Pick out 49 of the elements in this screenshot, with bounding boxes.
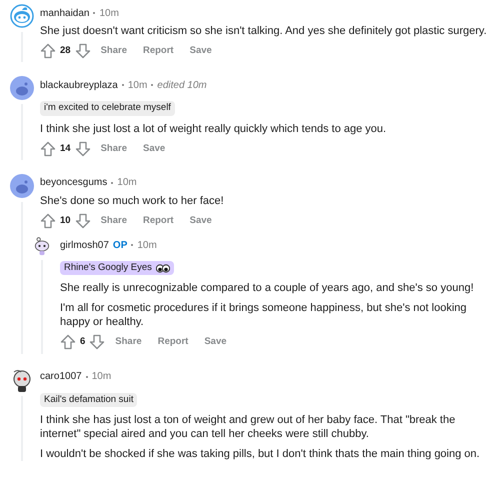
username[interactable]: girlmosh07 [60, 238, 109, 252]
googly-eyes-icon [156, 264, 170, 273]
edited-label: edited 10m [157, 78, 207, 93]
downvote-icon[interactable] [74, 212, 91, 229]
flair-text: Kail's defamation suit [44, 392, 134, 406]
comment-text: I'm all for cosmetic procedures if it brings someone happiness, but she's not looking happy or healthy. [60, 301, 468, 330]
action-button[interactable]: Save [136, 140, 172, 158]
comment-text: I think she just lost a lot of weight really quickly which tends to age you. [40, 122, 388, 136]
op-label: OP [112, 238, 128, 252]
username[interactable]: caro1007 [40, 369, 82, 384]
timestamp: 10m [137, 238, 157, 252]
downvote-icon[interactable] [89, 334, 106, 350]
username[interactable]: beyoncesgums [40, 175, 108, 190]
flair-text: i'm excited to celebrate myself [44, 101, 171, 116]
action-button[interactable]: Report [136, 212, 180, 230]
action-button[interactable]: Report [152, 333, 194, 352]
action-button[interactable]: Report [136, 42, 180, 60]
upvote-icon[interactable] [40, 43, 56, 60]
timestamp: 10m [128, 78, 148, 93]
username[interactable]: blackaubreyplaza [40, 78, 118, 93]
upvote-icon[interactable] [40, 140, 56, 157]
action-button[interactable]: Share [94, 140, 133, 158]
comment-text: She's done so much work to her face! [40, 194, 225, 208]
comment-text: I think she has just lost a ton of weight and grew out of her baby face. That "break the internet" special aired and you can tell her cheeks were still chubby. [40, 412, 456, 441]
timestamp: 10m [99, 6, 119, 20]
timestamp: 10m [92, 370, 112, 384]
user-avatar-icon[interactable] [10, 174, 34, 198]
comment-text: She just doesn't want criticism so she isn't talking. And yes she definitely got plastic surgery. [40, 24, 488, 38]
vote-count: 14 [60, 142, 71, 156]
comment-text: She really is unrecognizable compared to a couple of years ago, and she's so young! [60, 281, 475, 296]
vote-count: 28 [60, 44, 71, 58]
action-button[interactable]: Share [94, 212, 133, 230]
downvote-icon[interactable] [74, 140, 91, 157]
action-button[interactable]: Share [94, 42, 133, 60]
action-button[interactable]: Save [198, 333, 233, 352]
vote-count: 10 [60, 214, 71, 228]
timestamp: 10m [117, 176, 137, 190]
username[interactable]: manhaidan [40, 6, 90, 20]
vote-count: 6 [80, 335, 86, 350]
upvote-icon[interactable] [40, 212, 56, 229]
action-button[interactable]: Save [184, 42, 218, 60]
upvote-icon[interactable] [60, 334, 76, 350]
user-avatar-icon[interactable] [10, 76, 34, 100]
action-button[interactable]: Save [184, 212, 218, 230]
flair-text: Rhine's Googly Eyes [64, 261, 152, 275]
snoo-avatar-icon[interactable] [32, 236, 52, 256]
action-button[interactable]: Share [109, 333, 148, 352]
downvote-icon[interactable] [74, 43, 91, 60]
comment-text: I wouldn't be shocked if she was taking pills, but I don't think thats the main thing going on. [40, 446, 481, 461]
